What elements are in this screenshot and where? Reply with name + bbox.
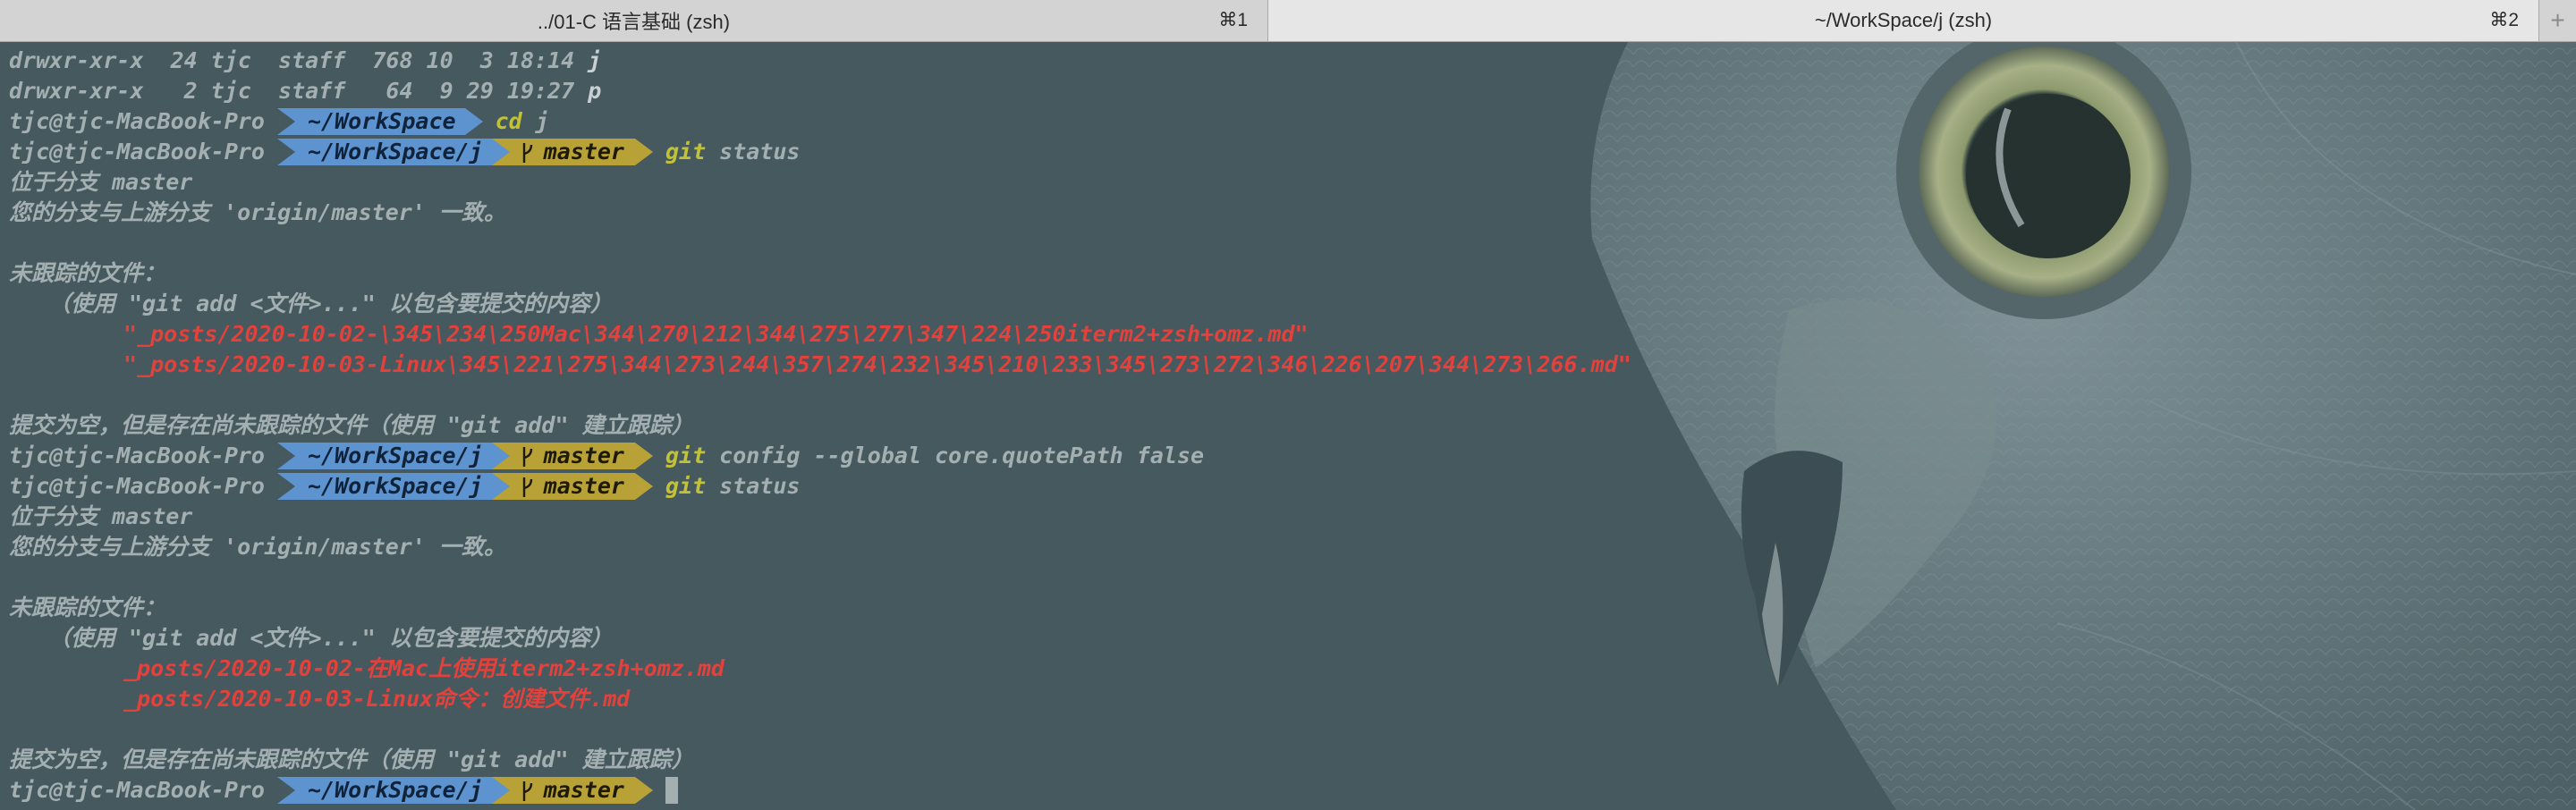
iterm-window: ../01-C 语言基础 (zsh) ⌘1 ~/WorkSpace/j (zsh…: [0, 0, 2576, 810]
prompt-context: tjc@tjc-MacBook-Pro: [9, 443, 265, 468]
prompt-context: tjc@tjc-MacBook-Pro: [9, 777, 265, 803]
branch-name: master: [543, 777, 624, 803]
output-line: （使用 "git add <文件>..." 以包含要提交的内容）: [48, 291, 613, 316]
command-args: status: [706, 139, 801, 165]
git-branch-icon: [522, 477, 532, 497]
ls-entry-name: p: [588, 78, 602, 104]
prompt-git-segment: master: [491, 443, 654, 469]
tab-title: ~/WorkSpace/j (zsh): [1814, 9, 1993, 31]
prompt-path-segment: ~/WorkSpace/j: [276, 139, 510, 165]
output-line: 提交为空，但是存在尚未跟踪的文件（使用 "git add" 建立跟踪）: [9, 412, 694, 438]
ls-entry: drwxr-xr-x 24 tjc staff 768 10 3 18:14: [9, 47, 589, 73]
prompt-context: tjc@tjc-MacBook-Pro: [9, 473, 265, 499]
command-name: git: [665, 443, 707, 468]
tab-workspace-j[interactable]: ~/WorkSpace/j (zsh) ⌘2: [1268, 0, 2538, 41]
ls-entry: drwxr-xr-x 2 tjc staff 64 9 29 19:27: [9, 78, 589, 104]
branch-name: master: [543, 139, 624, 165]
untracked-file: _posts/2020-10-03-Linux命令：创建文件.md: [123, 686, 631, 712]
plus-icon: +: [2550, 6, 2565, 34]
prompt-line: tjc@tjc-MacBook-Pro ~/WorkSpace cd j: [9, 106, 2576, 137]
command-name: git: [665, 139, 707, 165]
prompt-line: tjc@tjc-MacBook-Pro ~/WorkSpace/j master gi…: [9, 441, 2576, 471]
output-line: 未跟踪的文件：: [9, 595, 166, 620]
branch-name: master: [543, 443, 624, 468]
output-line: 您的分支与上游分支 'origin/master' 一致。: [9, 199, 506, 225]
prompt-git-segment: master: [491, 473, 654, 500]
prompt-context: tjc@tjc-MacBook-Pro: [9, 108, 265, 134]
prompt-path-segment: ~/WorkSpace/j: [276, 473, 510, 500]
git-branch-icon: [522, 781, 532, 801]
untracked-file: _posts/2020-10-02-在Mac上使用iterm2+zsh+omz.…: [123, 655, 724, 681]
output-line: 提交为空，但是存在尚未跟踪的文件（使用 "git add" 建立跟踪）: [9, 747, 694, 772]
untracked-file: "_posts/2020-10-02-\345\234\250Mac\344\2…: [123, 321, 1309, 347]
prompt-line-current[interactable]: tjc@tjc-MacBook-Pro ~/WorkSpace/j master: [9, 775, 2576, 806]
output-line: 未跟踪的文件：: [9, 260, 166, 286]
prompt-git-segment: master: [491, 777, 654, 804]
output-line: 位于分支 master: [9, 503, 193, 529]
command-name: cd: [495, 108, 522, 134]
output-line: （使用 "git add <文件>..." 以包含要提交的内容）: [48, 625, 613, 651]
output-line: drwxr-xr-x 2 tjc staff 64 9 29 19:27 p: [9, 76, 2576, 106]
command-args: status: [706, 473, 801, 499]
command-args: j: [521, 108, 549, 134]
prompt-path-segment: ~/WorkSpace/j: [276, 443, 510, 469]
git-branch-icon: [522, 447, 532, 467]
prompt-path-segment: ~/WorkSpace/j: [276, 777, 510, 804]
prompt-path-segment: ~/WorkSpace: [276, 108, 483, 135]
branch-name: master: [543, 473, 624, 499]
output-line: 您的分支与上游分支 'origin/master' 一致。: [9, 534, 506, 560]
tab-shortcut: ⌘2: [2489, 10, 2519, 30]
text-cursor[interactable]: [665, 777, 678, 804]
command-args: config --global core.quotePath false: [706, 443, 1205, 468]
tab-title: ../01-C 语言基础 (zsh): [537, 11, 731, 33]
prompt-git-segment: master: [491, 139, 654, 165]
tab-c-language[interactable]: ../01-C 语言基础 (zsh) ⌘1: [0, 0, 1268, 41]
terminal-pane[interactable]: drwxr-xr-x 24 tjc staff 768 10 3 18:14 j…: [0, 42, 2576, 810]
terminal-output: drwxr-xr-x 24 tjc staff 768 10 3 18:14 j…: [9, 46, 2576, 806]
untracked-file: "_posts/2020-10-03-Linux\345\221\275\344…: [123, 351, 1631, 377]
prompt-line: tjc@tjc-MacBook-Pro ~/WorkSpace/j master gi…: [9, 471, 2576, 502]
tab-shortcut: ⌘1: [1218, 10, 1248, 30]
prompt-context: tjc@tjc-MacBook-Pro: [9, 139, 265, 165]
prompt-line: tjc@tjc-MacBook-Pro ~/WorkSpace/j master gi…: [9, 137, 2576, 167]
ls-entry-name: j: [588, 47, 602, 73]
tab-bar: ../01-C 语言基础 (zsh) ⌘1 ~/WorkSpace/j (zsh…: [0, 0, 2576, 42]
output-line: drwxr-xr-x 24 tjc staff 768 10 3 18:14 j: [9, 46, 2576, 76]
git-branch-icon: [522, 143, 532, 163]
new-tab-button[interactable]: +: [2538, 0, 2576, 41]
command-name: git: [665, 473, 707, 499]
output-line: 位于分支 master: [9, 169, 193, 195]
